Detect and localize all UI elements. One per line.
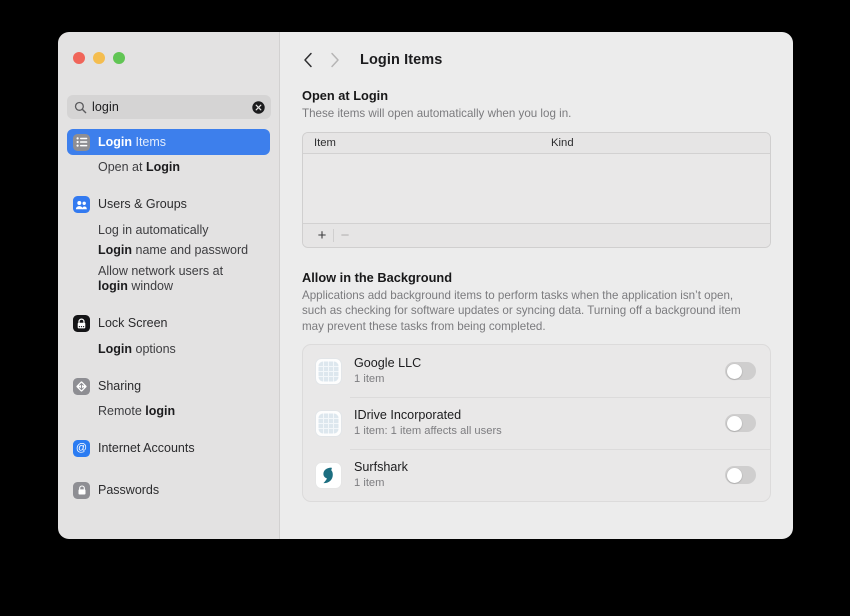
list-item-text: Google LLC 1 item xyxy=(354,356,725,386)
app-name: Google LLC xyxy=(354,356,422,370)
forward-button[interactable] xyxy=(321,47,347,73)
sidebar-item-lock-screen[interactable]: Lock Screen xyxy=(67,311,270,337)
remove-login-item-button: − xyxy=(340,226,350,244)
sidebar-item-login-items[interactable]: Login Items xyxy=(67,129,270,155)
toggle-switch[interactable] xyxy=(725,466,756,484)
sidebar-item-label: Login Items xyxy=(98,134,167,149)
sidebar-subitem-open-at-login[interactable]: Open at Login xyxy=(67,160,270,176)
surfshark-icon xyxy=(315,461,342,489)
app-detail: 1 item xyxy=(354,373,385,385)
sidebar: login Login Items Open at Login Users & … xyxy=(58,32,280,539)
toggle-switch[interactable] xyxy=(725,362,756,380)
generic-app-icon xyxy=(315,409,342,437)
page-title: Login Items xyxy=(360,52,443,68)
maximize-button[interactable] xyxy=(113,52,125,64)
sidebar-subitem-allow-network-users[interactable]: Allow network users at login window xyxy=(67,264,270,295)
list-item-text: Surfshark 1 item xyxy=(354,460,725,490)
sidebar-subitem-label: Log in automatically xyxy=(98,222,209,237)
login-items-table: Item Kind + − xyxy=(302,131,771,248)
sidebar-item-internet-accounts[interactable]: @ Internet Accounts xyxy=(67,436,270,462)
screen: login Login Items Open at Login Users & … xyxy=(0,0,850,616)
app-detail: 1 item xyxy=(354,477,385,489)
users-groups-icon xyxy=(73,196,90,213)
toggle-knob xyxy=(726,363,742,379)
sharing-icon xyxy=(73,377,90,395)
search-field[interactable]: login xyxy=(67,95,271,119)
table-footer-controls: + − xyxy=(303,222,770,247)
search-results-list: Login Items Open at Login Users & Groups… xyxy=(58,129,279,539)
back-button[interactable] xyxy=(295,47,321,73)
sidebar-subitem-label: Open at Login xyxy=(98,160,180,174)
sidebar-subitem-label: Login options xyxy=(98,341,176,356)
sidebar-subitem-login-options[interactable]: Login options xyxy=(67,342,270,358)
app-name: Surfshark xyxy=(354,460,408,474)
content-pane: Login Items Open at Login These items wi… xyxy=(280,32,793,539)
table-header-row: Item Kind xyxy=(303,132,770,154)
allow-in-background-section: Allow in the Background Applications add… xyxy=(280,269,793,502)
table-body-empty[interactable] xyxy=(303,153,770,223)
add-login-item-button[interactable]: + xyxy=(311,228,333,243)
login-items-icon xyxy=(73,133,90,151)
list-item[interactable]: Google LLC 1 item xyxy=(303,345,770,397)
section-description: Applications add background items to per… xyxy=(302,288,741,333)
chevron-right-icon xyxy=(330,52,339,68)
system-settings-window: login Login Items Open at Login Users & … xyxy=(58,32,793,539)
background-apps-list: Google LLC 1 item IDrive Incorporated 1 … xyxy=(302,344,771,502)
toggle-switch[interactable] xyxy=(725,414,756,432)
section-heading: Allow in the Background xyxy=(302,269,453,285)
list-item[interactable]: Surfshark 1 item xyxy=(303,449,770,501)
passwords-icon xyxy=(73,482,90,499)
open-at-login-section: Open at Login These items will open auto… xyxy=(280,88,793,248)
close-button[interactable] xyxy=(73,52,85,64)
app-detail: 1 item: 1 item affects all users xyxy=(354,425,502,437)
lock-screen-icon xyxy=(73,315,90,332)
generic-app-icon xyxy=(315,357,342,385)
app-name: IDrive Incorporated xyxy=(354,408,462,422)
sidebar-subitem-log-in-automatically[interactable]: Log in automatically xyxy=(67,223,270,239)
sidebar-subitem-login-name-and-password[interactable]: Login name and password xyxy=(67,243,270,259)
section-description: These items will open automatically when… xyxy=(302,107,572,120)
sidebar-item-label: Lock Screen xyxy=(98,316,168,331)
clear-search-icon[interactable] xyxy=(252,100,265,114)
toggle-knob xyxy=(726,415,742,431)
sidebar-item-passwords[interactable]: Passwords xyxy=(67,478,270,504)
search-icon xyxy=(74,101,87,113)
sidebar-item-label: Users & Groups xyxy=(98,197,187,212)
sidebar-subitem-label: Remote login xyxy=(98,404,176,418)
sidebar-subitem-label: Allow network users at login window xyxy=(98,263,224,294)
window-controls xyxy=(73,52,125,64)
search-input[interactable]: login xyxy=(92,101,252,114)
sidebar-item-sharing[interactable]: Sharing xyxy=(67,373,270,399)
list-item[interactable]: IDrive Incorporated 1 item: 1 item affec… xyxy=(303,397,770,449)
minimize-button[interactable] xyxy=(93,52,105,64)
sidebar-item-label: Internet Accounts xyxy=(98,441,195,456)
sidebar-subitem-remote-login[interactable]: Remote login xyxy=(67,404,270,420)
chevron-left-icon xyxy=(303,52,312,68)
internet-accounts-icon: @ xyxy=(73,440,90,457)
sidebar-item-users-groups[interactable]: Users & Groups xyxy=(67,192,270,218)
at-symbol-glyph: @ xyxy=(75,442,88,454)
sidebar-subitem-label: Login name and password xyxy=(98,243,249,257)
column-header-item[interactable]: Item xyxy=(314,137,551,149)
content-toolbar: Login Items xyxy=(280,32,793,88)
column-header-kind[interactable]: Kind xyxy=(551,137,574,149)
sidebar-item-label: Sharing xyxy=(98,378,142,393)
list-item-text: IDrive Incorporated 1 item: 1 item affec… xyxy=(354,408,725,438)
toggle-knob xyxy=(726,467,742,483)
section-heading: Open at Login xyxy=(302,88,389,103)
sidebar-item-label: Passwords xyxy=(98,483,160,498)
